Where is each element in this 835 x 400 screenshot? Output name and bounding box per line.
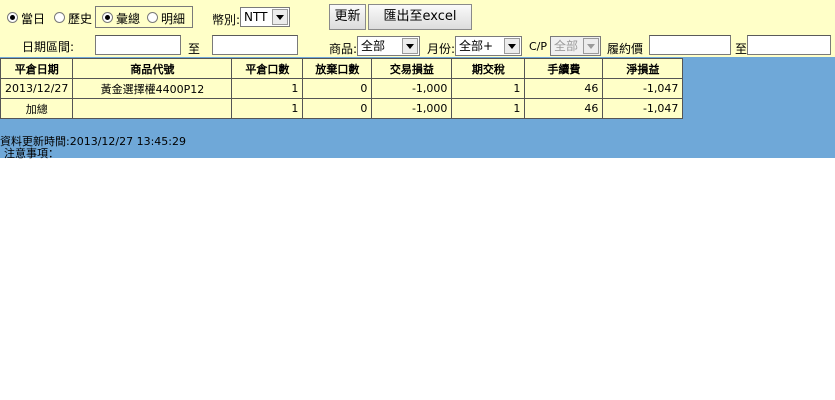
currency-select-value: NTT (244, 10, 268, 24)
cell-net-pnl: -1,047 (602, 78, 684, 99)
month-label: 月份: (427, 42, 456, 56)
col-trade-pnl: 交易損益 (371, 58, 453, 79)
cp-select-value: 全部 (554, 39, 579, 53)
currency-label: 幣別: (212, 13, 241, 27)
cell-futures-tax: 1 (451, 98, 526, 119)
col-fee: 手續費 (524, 58, 604, 79)
filter-toolbar: 當日 歷史 彙總 明細 幣別: NTT 更新 匯出至excel 日期區間: 至 … (0, 0, 835, 57)
cell-trade-pnl: -1,000 (371, 78, 453, 99)
radio-summary-indicator[interactable] (102, 12, 113, 23)
strike-end-input[interactable] (747, 35, 831, 55)
month-select[interactable]: 全部+ (455, 36, 522, 56)
radio-summary[interactable] (102, 11, 113, 25)
export-excel-button[interactable]: 匯出至excel (368, 4, 472, 30)
currency-select[interactable]: NTT (240, 7, 290, 27)
col-abandon-qty: 放棄口數 (302, 58, 373, 79)
view-mode-group: 彙總 明細 (95, 6, 193, 28)
col-close-qty: 平倉口數 (231, 58, 304, 79)
radio-today-indicator[interactable] (7, 12, 18, 23)
radio-history[interactable] (54, 11, 65, 25)
date-start-input[interactable] (95, 35, 181, 55)
product-select[interactable]: 全部 (357, 36, 420, 56)
cell-product-code (72, 98, 233, 119)
cell-futures-tax: 1 (451, 78, 526, 99)
month-select-value: 全部+ (459, 39, 494, 53)
strike-start-input[interactable] (649, 35, 731, 55)
radio-detail-indicator[interactable] (147, 12, 158, 23)
cell-close-date: 2013/12/27 (0, 78, 74, 99)
date-to-label: 至 (188, 42, 201, 56)
notes-heading: 注意事項： (4, 147, 59, 160)
cp-select[interactable]: 全部 (550, 36, 601, 56)
table-row[interactable]: 2013/12/27 黃金選擇權4400P12 1 0 -1,000 1 46 … (0, 78, 684, 99)
cp-label: C/P (529, 40, 548, 53)
radio-detail-label: 明細 (161, 12, 186, 26)
radio-summary-label: 彙總 (116, 12, 141, 26)
radio-history-indicator[interactable] (54, 12, 65, 23)
cell-total-label: 加總 (0, 98, 74, 119)
cell-abandon-qty: 0 (302, 78, 373, 99)
cell-fee: 46 (524, 98, 604, 119)
col-futures-tax: 期交稅 (451, 58, 526, 79)
radio-today[interactable] (7, 11, 18, 25)
cell-close-qty: 1 (231, 78, 304, 99)
col-close-date: 平倉日期 (0, 58, 74, 79)
product-select-value: 全部 (361, 39, 386, 53)
radio-history-label: 歷史 (68, 12, 93, 26)
pnl-table: 平倉日期 商品代號 平倉口數 放棄口數 交易損益 期交稅 手續費 淨損益 201… (0, 58, 684, 119)
cell-trade-pnl: -1,000 (371, 98, 453, 119)
refresh-button[interactable]: 更新 (329, 4, 366, 30)
date-end-input[interactable] (212, 35, 298, 55)
radio-today-label: 當日 (21, 12, 46, 26)
table-total-row: 加總 1 0 -1,000 1 46 -1,047 (0, 98, 684, 119)
cell-net-pnl: -1,047 (602, 98, 684, 119)
chevron-down-icon[interactable] (402, 38, 418, 54)
chevron-down-icon[interactable] (504, 38, 520, 54)
product-label: 商品: (329, 42, 358, 56)
strike-to-label: 至 (735, 42, 748, 56)
cell-product-code: 黃金選擇權4400P12 (72, 78, 233, 99)
cell-abandon-qty: 0 (302, 98, 373, 119)
table-header-row: 平倉日期 商品代號 平倉口數 放棄口數 交易損益 期交稅 手續費 淨損益 (0, 58, 684, 79)
strike-label: 履約價 (607, 42, 644, 56)
col-product-code: 商品代號 (72, 58, 233, 79)
date-range-label: 日期區間: (22, 40, 75, 54)
cell-close-qty: 1 (231, 98, 304, 119)
chevron-down-icon[interactable] (272, 9, 288, 25)
cell-fee: 46 (524, 78, 604, 99)
col-net-pnl: 淨損益 (602, 58, 684, 79)
chevron-down-icon[interactable] (583, 38, 599, 54)
radio-detail[interactable] (147, 11, 158, 25)
